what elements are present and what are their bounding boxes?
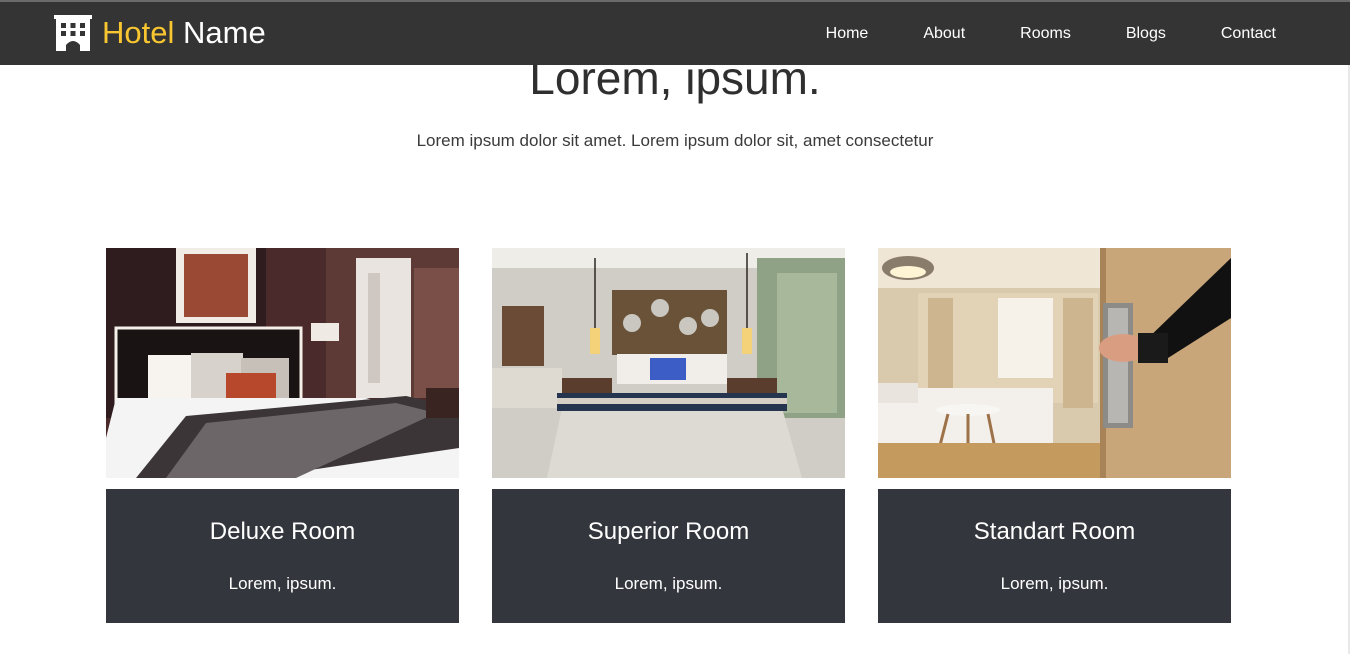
room-card-deluxe[interactable]: Deluxe Room Lorem, ipsum. xyxy=(106,248,459,623)
room-description: Lorem, ipsum. xyxy=(1000,574,1109,593)
room-description: Lorem, ipsum. xyxy=(614,574,723,593)
room-title: Deluxe Room xyxy=(209,518,356,545)
hero-subtitle: Lorem ipsum dolor sit amet. Lorem ipsum … xyxy=(416,131,934,150)
nav-link-home[interactable]: Home xyxy=(826,25,869,43)
navbar: Hotel Name Home About Rooms Blogs Contac… xyxy=(0,0,1350,65)
room-info-superior: Superior Room Lorem, ipsum. xyxy=(492,489,845,623)
brand-name-rest: Name xyxy=(183,15,266,50)
room-title: Superior Room xyxy=(587,518,750,545)
room-title: Standart Room xyxy=(973,518,1136,545)
nav-link-contact[interactable]: Contact xyxy=(1221,25,1276,43)
nav-link-blogs[interactable]: Blogs xyxy=(1126,25,1166,43)
hotel-building-icon xyxy=(54,15,92,51)
room-description: Lorem, ipsum. xyxy=(228,574,337,593)
brand-logo[interactable]: Hotel Name xyxy=(54,15,266,51)
nav-link-rooms[interactable]: Rooms xyxy=(1020,25,1071,43)
brand-name: Hotel Name xyxy=(102,15,266,51)
room-photo-deluxe xyxy=(106,248,459,478)
room-photo-superior xyxy=(492,248,845,478)
room-photo-standart xyxy=(878,248,1231,478)
room-card-standart[interactable]: Standart Room Lorem, ipsum. xyxy=(878,248,1231,623)
room-info-deluxe: Deluxe Room Lorem, ipsum. xyxy=(106,489,459,623)
nav-menu: Home About Rooms Blogs Contact xyxy=(826,2,1276,65)
room-card-superior[interactable]: Superior Room Lorem, ipsum. xyxy=(492,248,845,623)
brand-name-highlight: Hotel xyxy=(102,15,175,50)
nav-link-about[interactable]: About xyxy=(923,25,965,43)
room-info-standart: Standart Room Lorem, ipsum. xyxy=(878,489,1231,623)
